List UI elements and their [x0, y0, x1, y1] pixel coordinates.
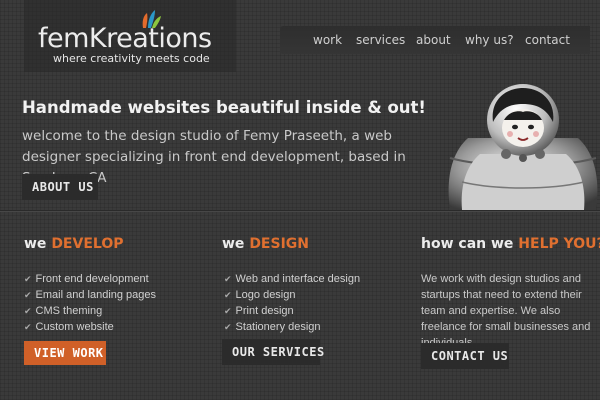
list-item: ✔ Custom website	[24, 321, 114, 333]
checkmark-icon: ✔	[224, 322, 232, 332]
design-heading-accent: DESIGN	[249, 236, 309, 252]
help-heading-prefix: how can we	[421, 236, 519, 252]
design-list: ✔ Web and interface design ✔ Logo design ✔…	[224, 271, 360, 335]
section-divider	[0, 210, 600, 211]
view-work-button[interactable]: VIEW WORK	[24, 341, 106, 365]
main-nav: work services about why us? contact	[280, 26, 590, 54]
help-description: We work with design studios and startups…	[421, 273, 591, 349]
list-item: ✔ Email and landing pages	[24, 289, 157, 301]
list-item: ✔ Stationery design	[224, 321, 321, 333]
about-us-button[interactable]: ABOUT US	[22, 174, 98, 200]
nav-item-about[interactable]: about	[416, 32, 451, 48]
nav-item-work[interactable]: work	[313, 32, 342, 48]
develop-heading: we DEVELOP	[24, 234, 123, 254]
list-item: ✔ CMS theming	[24, 305, 103, 317]
our-services-button[interactable]: OUR SERVICES	[222, 339, 324, 365]
logo-tagline: where creativity meets code	[53, 52, 210, 65]
help-heading-accent: HELP YOU?	[518, 236, 600, 252]
help-heading: how can we HELP YOU?	[421, 234, 600, 254]
design-heading: we DESIGN	[222, 234, 309, 254]
contact-us-button[interactable]: CONTACT US	[421, 343, 509, 369]
develop-heading-prefix: we	[24, 236, 52, 252]
hero-title: Handmade websites beautiful inside & out…	[22, 98, 426, 117]
checkmark-icon: ✔	[24, 274, 32, 284]
develop-list: ✔ Front end development ✔ Email and landin…	[24, 271, 156, 335]
nesting-doll-image	[448, 84, 598, 210]
logo[interactable]: femKreations where creativity meets code	[24, 0, 236, 72]
checkmark-icon: ✔	[24, 322, 32, 332]
list-item: ✔ Logo design	[224, 289, 296, 301]
checkmark-icon: ✔	[24, 290, 32, 300]
checkmark-icon: ✔	[224, 274, 232, 284]
list-item: ✔ Print design	[224, 305, 294, 317]
develop-heading-accent: DEVELOP	[51, 236, 124, 252]
nav-item-services[interactable]: services	[356, 32, 405, 48]
checkmark-icon: ✔	[224, 306, 232, 316]
checkmark-icon: ✔	[24, 306, 32, 316]
checkmark-icon: ✔	[224, 290, 232, 300]
list-item: ✔ Front end development	[24, 273, 149, 285]
nav-item-contact[interactable]: contact	[525, 32, 570, 48]
list-item: ✔ Web and interface design	[224, 273, 361, 285]
logo-text: femKreations	[38, 23, 212, 54]
nav-item-why-us[interactable]: why us?	[465, 32, 514, 48]
design-heading-prefix: we	[222, 236, 250, 252]
